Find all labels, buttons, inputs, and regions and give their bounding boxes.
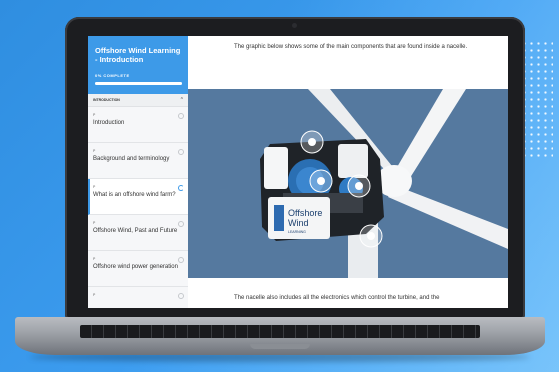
keyboard bbox=[80, 325, 480, 338]
lesson-status-icon bbox=[178, 221, 184, 227]
lesson-label: What is an offshore wind farm? bbox=[93, 192, 176, 198]
hotspot-2[interactable] bbox=[309, 169, 333, 193]
lesson-label: Introduction bbox=[93, 120, 125, 126]
lesson-tag: P bbox=[93, 113, 96, 117]
logo-line-1: Offshore bbox=[288, 208, 322, 218]
lesson-tag: P bbox=[93, 257, 96, 261]
progress-bar bbox=[95, 82, 182, 85]
section-title: INTRODUCTION bbox=[93, 98, 120, 102]
lesson-background-terminology[interactable]: P Background and terminology bbox=[88, 143, 188, 179]
trackpad-notch bbox=[250, 344, 310, 349]
lesson-status-icon bbox=[178, 293, 184, 299]
nacelle-panel bbox=[264, 147, 288, 189]
lesson-introduction[interactable]: P Introduction bbox=[88, 107, 188, 143]
lesson-power-generation[interactable]: P Offshore wind power generation bbox=[88, 251, 188, 287]
progress-label: 0% COMPLETE bbox=[95, 73, 130, 78]
course-title: Offshore Wind Learning - Introduction bbox=[95, 46, 181, 64]
lesson-what-is-offshore-wind-farm[interactable]: P What is an offshore wind farm? bbox=[88, 179, 188, 215]
lesson-in-progress-icon bbox=[178, 185, 184, 191]
intro-paragraph: The graphic below shows some of the main… bbox=[234, 44, 468, 50]
logo-line-3: LEARNING bbox=[288, 230, 306, 234]
lesson-tag: P bbox=[93, 185, 96, 189]
lesson-past-and-future[interactable]: P Offshore Wind, Past and Future bbox=[88, 215, 188, 251]
hotspot-4[interactable] bbox=[359, 224, 383, 248]
lesson-status-icon bbox=[178, 113, 184, 119]
hotspot-3[interactable] bbox=[347, 174, 371, 198]
logo-line-2: Wind bbox=[288, 218, 309, 228]
nacelle-panel bbox=[338, 144, 368, 178]
hotspot-1[interactable] bbox=[300, 130, 324, 154]
nacelle-graphic: Offshore Wind LEARNING bbox=[188, 89, 508, 278]
lesson-tag: P bbox=[93, 293, 96, 297]
lesson-next[interactable]: P bbox=[88, 287, 188, 308]
chevron-up-icon[interactable]: ⌃ bbox=[180, 97, 184, 103]
course-sidebar: Offshore Wind Learning - Introduction 0%… bbox=[88, 36, 188, 308]
lesson-tag: P bbox=[93, 149, 96, 153]
nacelle-illustration: Offshore Wind LEARNING bbox=[260, 89, 508, 278]
course-header: Offshore Wind Learning - Introduction 0%… bbox=[88, 36, 188, 94]
camera bbox=[292, 23, 297, 28]
lesson-content: The graphic below shows some of the main… bbox=[188, 36, 508, 308]
section-header[interactable]: INTRODUCTION ⌃ bbox=[88, 94, 188, 107]
laptop-screen: Offshore Wind Learning - Introduction 0%… bbox=[88, 36, 508, 308]
lesson-label: Offshore Wind, Past and Future bbox=[93, 228, 178, 234]
lesson-status-icon bbox=[178, 257, 184, 263]
logo-mark bbox=[274, 205, 284, 231]
lesson-status-icon bbox=[178, 149, 184, 155]
laptop-lid: Offshore Wind Learning - Introduction 0%… bbox=[65, 17, 525, 319]
lesson-label: Offshore wind power generation bbox=[93, 264, 178, 270]
blade-right bbox=[388, 185, 508, 249]
blade-upper bbox=[393, 89, 466, 181]
lesson-tag: P bbox=[93, 221, 96, 225]
progress-fill bbox=[95, 82, 182, 85]
outro-paragraph: The nacelle also includes all the electr… bbox=[234, 295, 440, 301]
lesson-label: Background and terminology bbox=[93, 156, 170, 162]
